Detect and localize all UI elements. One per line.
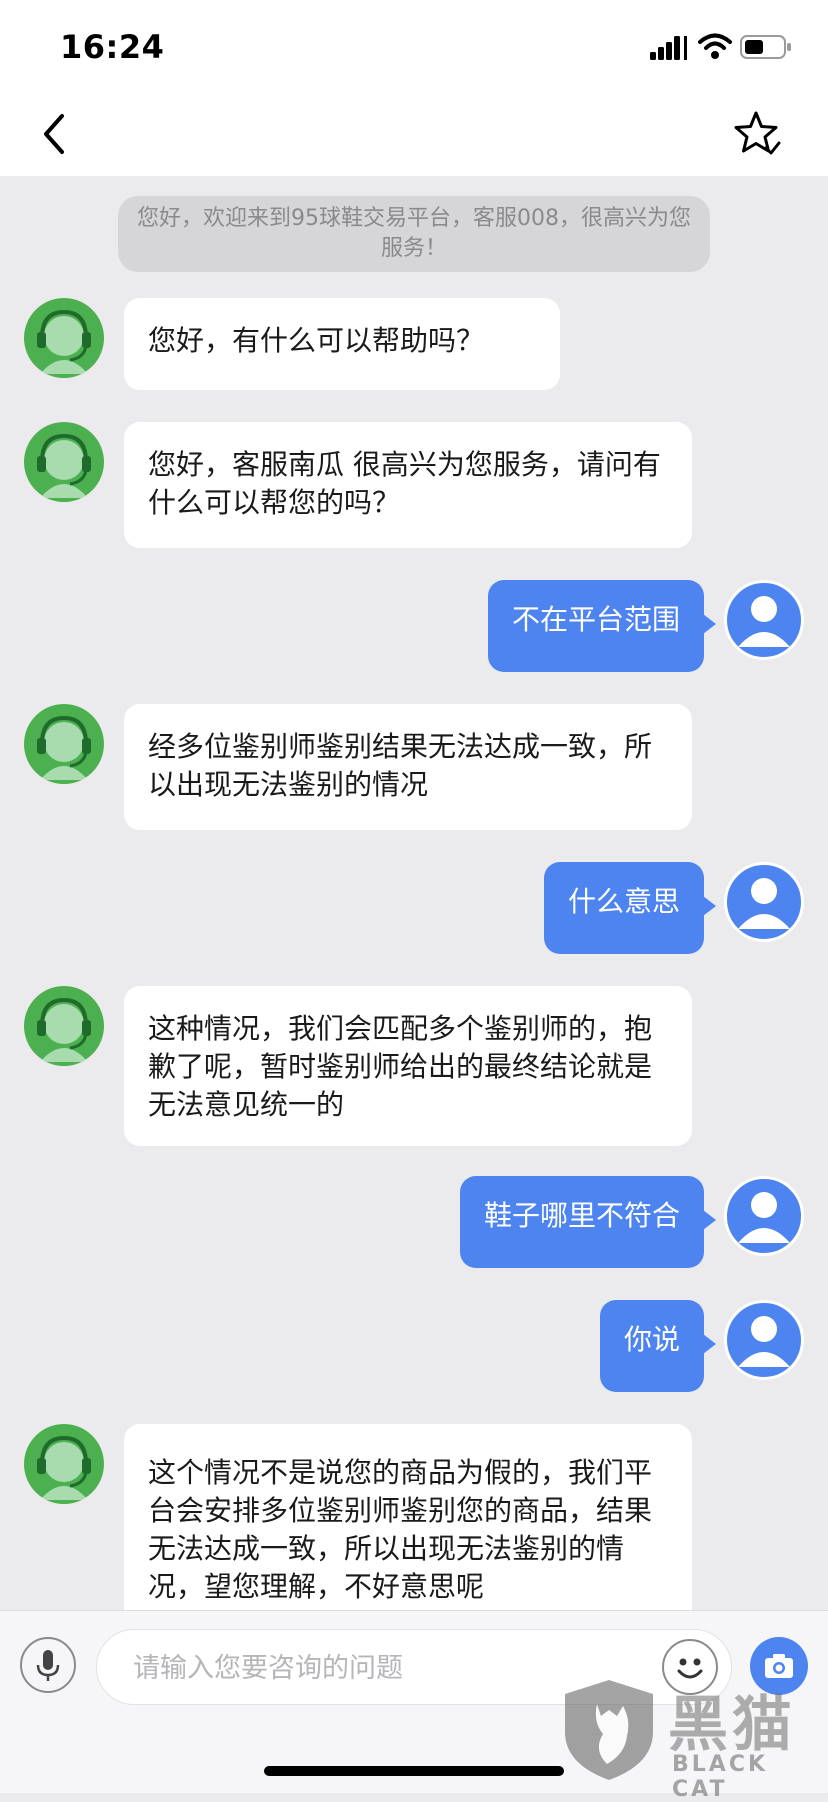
- agent-message: 这种情况，我们会匹配多个鉴别师的，抱歉了呢，暂时鉴别师给出的最终结论就是无法意见…: [124, 986, 692, 1146]
- agent-avatar: [24, 1424, 104, 1504]
- customer-service-icon: [37, 1435, 91, 1500]
- home-indicator[interactable]: [264, 1766, 564, 1776]
- customer-service-icon: [37, 997, 91, 1062]
- system-welcome-notice: 您好，欢迎来到95球鞋交易平台，客服008，很高兴为您服务！: [118, 196, 710, 272]
- user-avatar: [724, 862, 804, 942]
- user-message: 鞋子哪里不符合: [459, 1176, 717, 1268]
- status-time: 16:24: [60, 28, 165, 66]
- watermark-cat-shield-logo: [565, 1680, 653, 1780]
- user-avatar: [724, 1300, 804, 1380]
- microphone-icon: [36, 1650, 60, 1681]
- voice-input-button[interactable]: [20, 1637, 76, 1693]
- user-avatar: [724, 1176, 804, 1256]
- user-icon: [738, 878, 790, 929]
- customer-service-icon: [37, 715, 91, 780]
- chevron-left-icon[interactable]: [36, 110, 72, 158]
- agent-message: 这个情况不是说您的商品为假的，我们平台会安排多位鉴别师鉴别您的商品，结果无法达成…: [124, 1424, 692, 1610]
- user-icon: [738, 596, 790, 647]
- nav-bar: [0, 90, 828, 176]
- user-icon: [738, 1316, 790, 1367]
- watermark-text-cn: 黑猫: [668, 1690, 796, 1760]
- user-message: 什么意思: [543, 862, 717, 954]
- customer-service-icon: [37, 309, 91, 374]
- user-avatar: [724, 580, 804, 660]
- agent-avatar: [24, 986, 104, 1066]
- user-message: 你说: [599, 1300, 717, 1392]
- watermark-text-en: BLACK CAT: [672, 1752, 769, 1802]
- status-bar: 16:24: [0, 0, 828, 90]
- battery-icon: [740, 35, 791, 59]
- cellular-signal-icon: [650, 36, 687, 60]
- user-message: 不在平台范围: [487, 580, 717, 672]
- agent-message: 您好，客服南瓜 很高兴为您服务，请问有什么可以帮您的吗？: [124, 422, 692, 548]
- agent-message: 经多位鉴别师鉴别结果无法达成一致，所以出现无法鉴别的情况: [124, 704, 692, 830]
- user-icon: [738, 1192, 790, 1243]
- star-outline-icon[interactable]: [730, 108, 782, 158]
- agent-message: 您好，有什么可以帮助吗？: [124, 298, 560, 390]
- agent-avatar: [24, 422, 104, 502]
- chat-area[interactable]: 您好，欢迎来到95球鞋交易平台，客服008，很高兴为您服务！ 您好，有什么可以帮…: [0, 176, 828, 1610]
- agent-avatar: [24, 704, 104, 784]
- wifi-icon: [698, 33, 732, 59]
- message-input[interactable]: [131, 1630, 615, 1706]
- customer-service-icon: [37, 433, 91, 498]
- agent-avatar: [24, 298, 104, 378]
